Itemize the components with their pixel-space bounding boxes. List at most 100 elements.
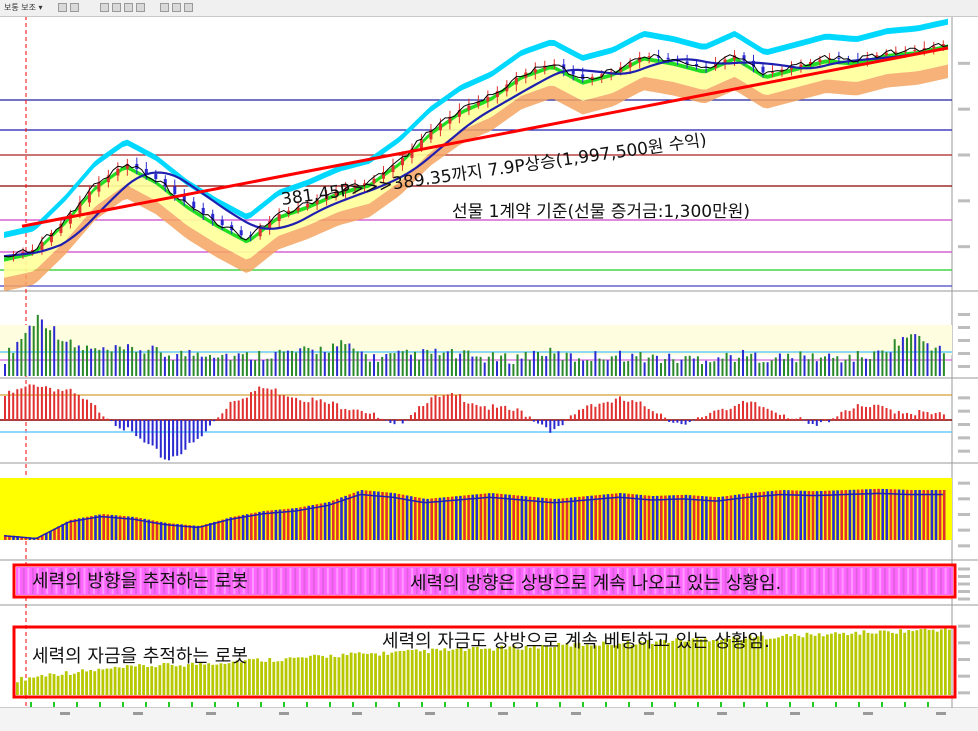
direction-bar: [610, 493, 614, 540]
fund-signal-tick: [467, 702, 469, 707]
toolbar-button[interactable]: [160, 3, 169, 12]
fund-signal-tick: [260, 702, 262, 707]
fund-bar: [817, 633, 821, 695]
volume-bar: [77, 345, 80, 376]
direction-bar: [651, 495, 655, 540]
volume-bar: [122, 349, 125, 376]
volume-bar: [229, 359, 232, 376]
volume-bar: [73, 347, 76, 376]
axis-tick-label: [958, 497, 970, 501]
volume-bar: [573, 361, 576, 376]
direction-bar: [688, 495, 692, 540]
fund-bar: [203, 664, 207, 695]
toolbar-menu-label[interactable]: 보통 보조 ▾: [4, 2, 43, 13]
osc-bar: [619, 396, 621, 420]
direction-bar: [131, 516, 134, 540]
direction-robot-bar: [827, 568, 830, 594]
osc-bar: [836, 416, 839, 420]
direction-bar: [274, 509, 278, 540]
fund-bar: [337, 657, 341, 695]
toolbar-button[interactable]: [184, 3, 193, 12]
toolbar-button[interactable]: [124, 3, 133, 12]
osc-bar: [168, 420, 170, 461]
direction-robot-bar: [252, 568, 254, 594]
volume-bar: [471, 356, 474, 376]
direction-bar: [332, 500, 335, 540]
fund-bar: [191, 662, 194, 695]
volume-bar: [340, 340, 343, 376]
axis-tick-label: [958, 567, 970, 571]
osc-bar: [176, 420, 179, 456]
fund-bar: [512, 645, 516, 695]
direction-bar: [705, 496, 708, 540]
volume-bar: [844, 359, 847, 376]
volume-bar: [94, 348, 97, 376]
direction-bar: [61, 524, 64, 540]
toolbar-button[interactable]: [136, 3, 145, 12]
direction-robot-bar: [874, 568, 877, 594]
volume-bar: [684, 356, 687, 376]
osc-bar: [906, 412, 908, 420]
fund-bar: [382, 651, 386, 695]
fund-signal-tick: [858, 702, 860, 707]
osc-bar: [139, 420, 142, 439]
direction-bar: [217, 520, 220, 540]
osc-bar: [229, 401, 232, 420]
toolbar-button[interactable]: [70, 3, 79, 12]
toolbar-button[interactable]: [112, 3, 121, 12]
candle-body: [400, 157, 404, 166]
direction-bar: [914, 490, 917, 540]
direction-robot-bar: [354, 568, 357, 594]
volume-bar: [397, 350, 400, 376]
volume-bar: [430, 353, 433, 376]
volume-bar: [545, 356, 548, 376]
direction-robot-bar: [312, 568, 315, 594]
toolbar-button[interactable]: [100, 3, 109, 12]
volume-bar: [696, 356, 699, 376]
toolbar-button[interactable]: [58, 3, 67, 12]
fund-bar: [528, 647, 532, 695]
candle-body: [638, 57, 642, 63]
direction-bar: [319, 503, 323, 540]
osc-bar: [815, 420, 818, 426]
fund-signal-tick: [789, 702, 791, 707]
direction-robot-bar: [364, 568, 367, 594]
fund-bar: [325, 657, 329, 695]
candle-body: [647, 56, 651, 58]
osc-bar: [578, 409, 580, 420]
direction-bar: [709, 496, 712, 540]
volume-bar: [323, 351, 326, 376]
volume-bar: [282, 351, 285, 376]
direction-bar: [680, 494, 684, 540]
fund-bar: [166, 663, 170, 695]
volume-bar: [717, 357, 720, 376]
osc-bar: [114, 420, 117, 427]
axis-tick-label: [958, 423, 970, 426]
volume-bar: [61, 341, 64, 376]
axis-tick-label: [958, 624, 970, 628]
candle-body: [581, 74, 585, 80]
candle-body: [628, 62, 632, 68]
direction-robot-bar: [832, 568, 835, 594]
osc-bar: [553, 420, 556, 430]
direction-bar: [906, 489, 909, 540]
fund-signal-tick: [329, 702, 331, 707]
direction-bar: [393, 493, 397, 540]
fund-bar: [423, 649, 426, 695]
candle-body: [419, 139, 423, 149]
candle-body: [173, 186, 177, 195]
fund-bar: [830, 633, 833, 695]
osc-bar: [500, 406, 503, 420]
volume-bar: [254, 360, 257, 376]
osc-bar: [188, 420, 191, 443]
fund-bar: [541, 645, 544, 695]
direction-bar: [323, 502, 327, 540]
fund-bar: [858, 634, 862, 695]
osc-bar: [459, 394, 462, 420]
direction-robot-bar: [865, 568, 868, 594]
toolbar-button[interactable]: [172, 3, 181, 12]
direction-robot-bar: [879, 568, 882, 594]
volume-bar: [491, 352, 494, 376]
volume-bar: [602, 359, 605, 376]
osc-bar: [655, 413, 658, 420]
